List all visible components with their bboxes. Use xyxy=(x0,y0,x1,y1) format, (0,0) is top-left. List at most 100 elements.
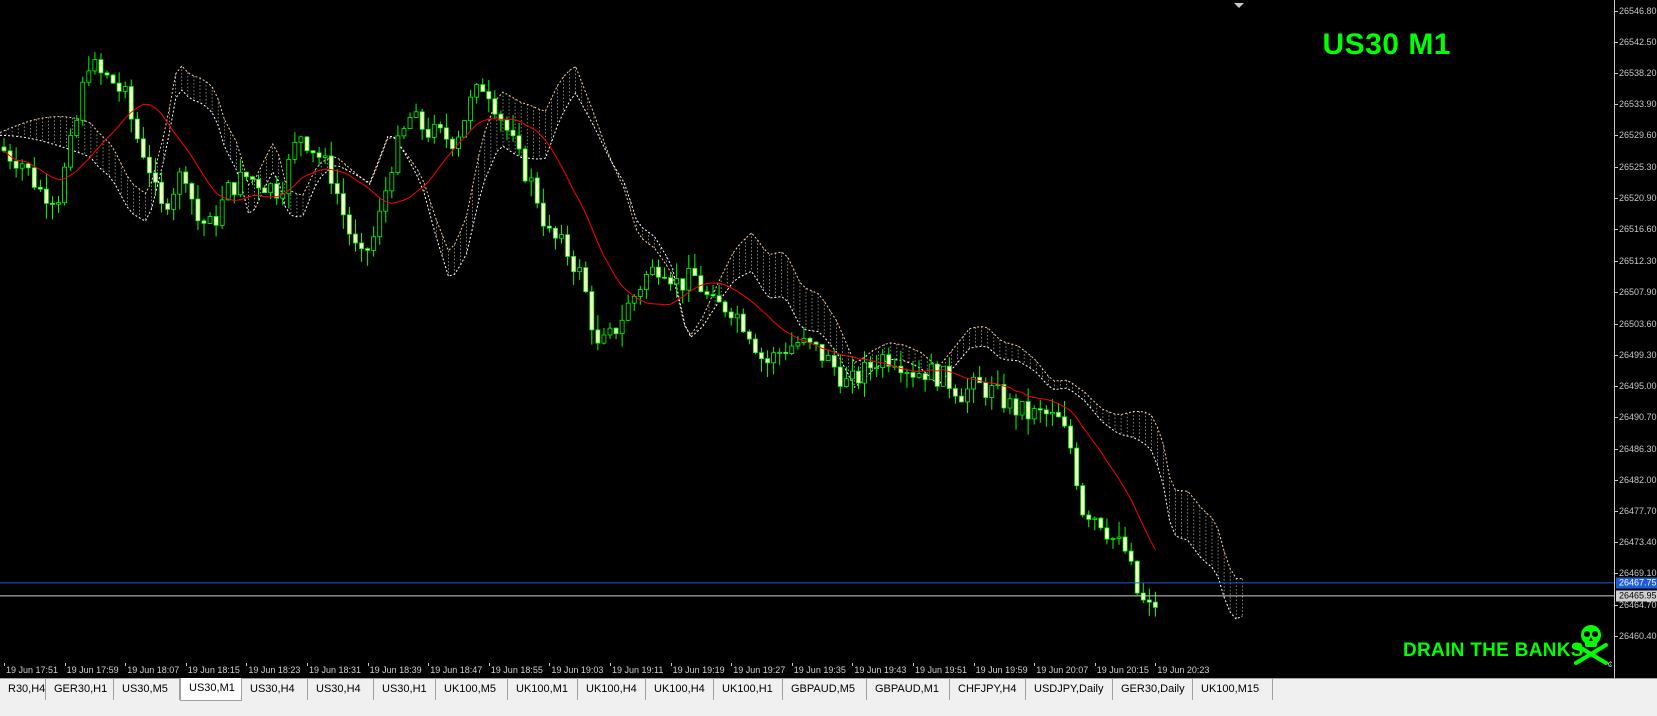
time-label: 19 Jun 19:43 xyxy=(854,665,907,675)
candle-body xyxy=(316,152,322,158)
time-tick xyxy=(246,663,248,666)
time-label: 19 Jun 18:55 xyxy=(490,665,543,675)
candle-body xyxy=(104,72,110,76)
candle-body xyxy=(486,91,492,100)
candle-body xyxy=(850,370,855,380)
candle-body xyxy=(1128,550,1134,562)
candle-body xyxy=(595,329,601,344)
chart-tab[interactable]: GBPAUD,M5 xyxy=(783,679,867,700)
candle-body xyxy=(856,370,861,384)
chart-tab[interactable]: GBPAUD,M1 xyxy=(867,679,950,700)
candle-body xyxy=(122,86,128,92)
price-tick xyxy=(1615,479,1618,481)
candle-body xyxy=(219,199,225,226)
price-label: 26520.90 xyxy=(1619,193,1657,204)
candle-body xyxy=(1043,409,1049,415)
candle-body xyxy=(734,313,740,319)
candle-body xyxy=(589,291,595,331)
candle-body xyxy=(601,334,607,344)
candle-body xyxy=(256,178,261,189)
candle-body xyxy=(201,220,207,224)
candle-body xyxy=(916,373,922,378)
price-axis[interactable]: 26467.75 26465.95 26546.80 26542.50 26538.… xyxy=(1614,0,1657,678)
candle-body xyxy=(1110,537,1116,540)
candle-body xyxy=(310,150,316,154)
chart-tab[interactable]: UK100,M15 xyxy=(1193,679,1273,700)
candle-body xyxy=(904,372,910,374)
candle-body xyxy=(940,365,946,387)
time-label: 19 Jun 17:59 xyxy=(66,665,119,675)
candle-body xyxy=(450,138,455,150)
time-label: 19 Jun 18:07 xyxy=(127,665,180,675)
price-label: 26503.60 xyxy=(1619,318,1657,329)
candle-body xyxy=(1001,384,1007,409)
candle-body xyxy=(710,294,716,297)
time-label: 19 Jun 18:15 xyxy=(187,665,240,675)
chart-tab[interactable]: US30,H4 xyxy=(308,679,374,700)
candle-body xyxy=(371,236,377,251)
time-label: 19 Jun 20:15 xyxy=(1096,665,1149,675)
time-tick xyxy=(610,663,611,666)
time-tick xyxy=(307,663,308,666)
price-tick xyxy=(1615,104,1618,106)
chart-tab[interactable]: US30,M5 xyxy=(114,679,180,700)
candle-body xyxy=(134,118,140,140)
candle-body xyxy=(98,59,104,74)
price-tick xyxy=(1615,292,1618,294)
chart-tab[interactable]: CHFJPY,H4 xyxy=(950,679,1026,700)
time-axis: 19 Jun 17:51 19 Jun 17:59 19 Jun 18:07 19 J… xyxy=(0,663,1614,678)
chart-canvas[interactable] xyxy=(0,0,1614,678)
candle-body xyxy=(213,216,219,226)
candle-body xyxy=(619,319,625,335)
chart-tab[interactable]: GER30,Daily xyxy=(1113,679,1193,700)
candle-body xyxy=(783,351,789,354)
chart-tab[interactable]: US30,H4 xyxy=(242,679,308,700)
price-tick xyxy=(1615,135,1618,137)
candle-body xyxy=(898,365,904,374)
chart-tab[interactable]: US30,M1 xyxy=(180,678,242,701)
candle-body xyxy=(746,331,752,340)
candle-body xyxy=(692,267,698,277)
candle-body xyxy=(365,248,371,251)
chart-tab[interactable]: R30,H4 xyxy=(0,679,46,700)
candle-body xyxy=(540,202,546,227)
chart-tab[interactable]: UK100,H1 xyxy=(714,679,783,700)
candle-body xyxy=(789,345,795,354)
candle-body xyxy=(716,295,722,303)
chart-tab[interactable]: UK100,M5 xyxy=(436,679,508,700)
candle-body xyxy=(1019,401,1025,416)
cloud-span-b xyxy=(0,89,1243,620)
candle-body xyxy=(462,120,467,138)
chart-tab[interactable]: UK100,H4 xyxy=(578,679,646,700)
candle-body xyxy=(668,277,673,285)
price-chart[interactable]: US30 M1 DRAIN THE BANKS ⚙ 19 Jun 17:51 19… xyxy=(0,0,1614,678)
candle-body xyxy=(1153,601,1158,608)
candle-body xyxy=(698,275,704,293)
chart-tab[interactable]: GER30,H1 xyxy=(46,679,114,700)
candle-body xyxy=(874,367,880,370)
price-tick xyxy=(1615,541,1618,543)
candle-body xyxy=(819,344,825,361)
candle-body xyxy=(989,385,995,398)
candle-body xyxy=(189,183,195,200)
price-label: 26542.50 xyxy=(1619,37,1657,48)
chart-tab[interactable]: UK100,M1 xyxy=(508,679,578,700)
time-tick xyxy=(1094,663,1096,666)
price-label: 26533.90 xyxy=(1619,99,1657,110)
time-tick xyxy=(428,663,430,666)
candle-body xyxy=(195,198,201,222)
candle-body xyxy=(37,186,43,190)
candle-body xyxy=(377,210,383,238)
price-tick xyxy=(1615,198,1618,200)
candle-body xyxy=(1146,599,1152,603)
chart-tab[interactable]: USDJPY,Daily xyxy=(1026,679,1113,700)
chart-tab[interactable]: US30,H1 xyxy=(374,679,436,700)
candle-body xyxy=(583,267,589,293)
candle-body xyxy=(1134,560,1140,594)
candle-body xyxy=(140,138,146,158)
price-tick xyxy=(1615,11,1618,12)
chart-tab[interactable]: UK100,H4 xyxy=(646,679,714,700)
candle-body xyxy=(625,302,631,321)
candle-body xyxy=(62,166,67,204)
time-tick xyxy=(852,663,854,666)
